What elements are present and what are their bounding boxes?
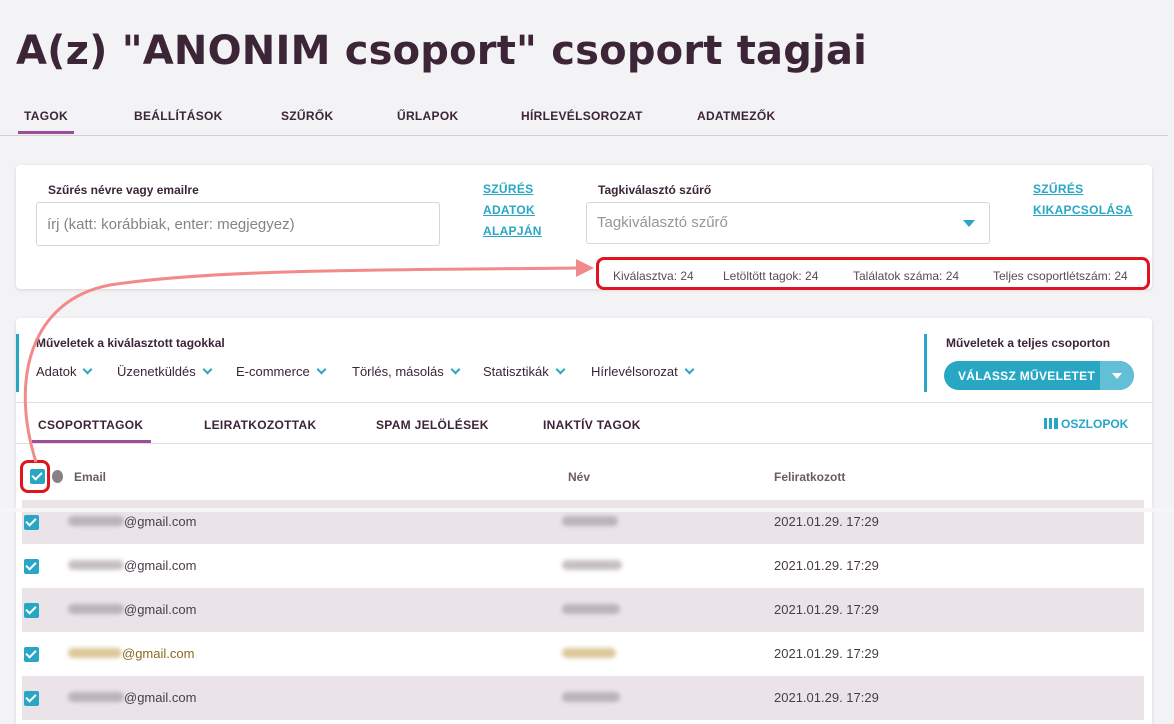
row-email: @gmail.com <box>124 514 197 529</box>
ops-accent-bar <box>16 334 19 392</box>
disable-filter-line2: KIKAPCSOLÁSA <box>1033 203 1133 217</box>
selected-ops-title: Műveletek a kiválasztott tagokkal <box>36 336 225 350</box>
blurred-email-prefix <box>68 560 124 570</box>
stat-total: Teljes csoportlétszám: 24 <box>993 269 1128 283</box>
screenshot-seam <box>0 508 1174 512</box>
table-row[interactable]: @gmail.com 2021.01.29. 17:29 <box>22 500 1144 544</box>
tab-szurok[interactable]: SZŰRŐK <box>281 109 333 123</box>
blurred-email-prefix <box>68 604 124 614</box>
op-statisztikak[interactable]: Statisztikák <box>483 364 566 379</box>
stats-highlight: Kiválasztva: 24 Letöltött tagok: 24 Talá… <box>596 257 1150 290</box>
row-date: 2021.01.29. 17:29 <box>774 602 879 617</box>
row-email: @gmail.com <box>124 558 197 573</box>
row-checkbox[interactable] <box>24 691 39 706</box>
disable-filter-link[interactable]: SZŰRÉS KIKAPCSOLÁSA <box>1033 179 1133 221</box>
columns-label: OSZLOPOK <box>1061 417 1129 431</box>
stat-downloaded: Letöltött tagok: 24 <box>723 269 819 283</box>
name-filter-label: Szűrés névre vagy emailre <box>48 183 199 197</box>
row-date: 2021.01.29. 17:29 <box>774 514 879 529</box>
op-torles-masolas-label: Törlés, másolás <box>352 364 444 379</box>
name-filter-input[interactable] <box>36 202 440 246</box>
op-adatok-label: Adatok <box>36 364 77 379</box>
chevron-down-icon <box>450 364 461 375</box>
op-hirlevelsorozat[interactable]: Hírlevélsorozat <box>591 364 695 379</box>
blurred-name <box>562 560 622 570</box>
col-header-email[interactable]: Email <box>74 470 106 484</box>
filter-by-data-line3: ALAPJÁN <box>483 224 542 238</box>
choose-action-label: VÁLASSZ MŰVELETET <box>958 369 1096 383</box>
subtab-inaktiv[interactable]: INAKTÍV TAGOK <box>543 418 641 432</box>
filter-by-data-link[interactable]: SZŰRÉS ADATOK ALAPJÁN <box>483 179 542 242</box>
blurred-name <box>562 692 620 702</box>
main-tabs: TAGOK BEÁLLÍTÁSOK SZŰRŐK ŰRLAPOK HÍRLEVÉ… <box>0 100 1168 136</box>
choose-action-button[interactable]: VÁLASSZ MŰVELETET <box>944 361 1134 390</box>
chevron-down-icon <box>83 364 93 375</box>
row-checkbox[interactable] <box>24 515 39 530</box>
tab-adatmezok[interactable]: ADATMEZŐK <box>697 109 775 123</box>
op-ecommerce-label: E-commerce <box>236 364 310 379</box>
selector-filter-dropdown[interactable]: Tagkiválasztó szűrő <box>586 202 990 244</box>
col-header-feliratkozott[interactable]: Feliratkozott <box>774 470 845 484</box>
op-uzenetkuldes-label: Üzenetküldés <box>117 364 196 379</box>
group-ops-title: Műveletek a teljes csoporton <box>946 336 1111 350</box>
op-adatok[interactable]: Adatok <box>36 364 93 379</box>
row-date: 2021.01.29. 17:29 <box>774 646 879 661</box>
row-email: @gmail.com <box>124 602 197 617</box>
members-card: Műveletek a kiválasztott tagokkal Adatok… <box>16 318 1152 724</box>
member-sub-tabs: CSOPORTTAGOK LEIRATKOZOTTAK SPAM JELÖLÉS… <box>16 402 1152 444</box>
columns-button[interactable]: OSZLOPOK <box>1044 417 1128 431</box>
disable-filter-line1: SZŰRÉS <box>1033 182 1084 196</box>
caret-down-icon <box>963 220 975 227</box>
op-uzenetkuldes[interactable]: Üzenetküldés <box>117 364 213 379</box>
subtab-spam[interactable]: SPAM JELÖLÉSEK <box>376 418 489 432</box>
selector-filter-label: Tagkiválasztó szűrő <box>598 183 712 197</box>
blurred-name <box>562 604 620 614</box>
columns-icon <box>1044 418 1058 429</box>
page-title: A(z) "ANONIM csoport" csoport tagjai <box>16 28 868 74</box>
blurred-name <box>562 516 618 526</box>
chevron-down-icon <box>316 364 327 375</box>
stat-selected: Kiválasztva: 24 <box>613 269 694 283</box>
row-date: 2021.01.29. 17:29 <box>774 690 879 705</box>
selector-filter-placeholder: Tagkiválasztó szűrő <box>597 214 728 231</box>
table-row[interactable]: @gmail.com 2021.01.29. 17:29 <box>22 588 1144 632</box>
blurred-email-prefix <box>68 692 124 702</box>
chevron-down-icon <box>555 364 566 375</box>
select-all-highlight <box>20 460 50 493</box>
op-statisztikak-label: Statisztikák <box>483 364 549 379</box>
blurred-name <box>562 648 616 658</box>
row-date: 2021.01.29. 17:29 <box>774 558 879 573</box>
op-torles-masolas[interactable]: Törlés, másolás <box>352 364 461 379</box>
blurred-email-prefix <box>68 648 122 658</box>
table-row[interactable]: @gmail.com 2021.01.29. 17:29 <box>22 544 1144 588</box>
row-checkbox[interactable] <box>24 647 39 662</box>
row-checkbox[interactable] <box>24 559 39 574</box>
col-header-nev[interactable]: Név <box>568 470 590 484</box>
group-ops-accent-bar <box>924 334 927 392</box>
row-checkbox[interactable] <box>24 603 39 618</box>
filter-by-data-line1: SZŰRÉS <box>483 182 534 196</box>
tab-urlapok[interactable]: ŰRLAPOK <box>397 109 458 123</box>
subtab-csoporttagok[interactable]: CSOPORTTAGOK <box>31 418 152 443</box>
table-row[interactable]: @gmail.com 2021.01.29. 17:29 <box>22 676 1144 720</box>
row-email: @gmail.com <box>124 690 197 705</box>
tab-tagok[interactable]: TAGOK <box>18 109 74 134</box>
info-icon <box>52 470 63 483</box>
op-hirlevelsorozat-label: Hírlevélsorozat <box>591 364 678 379</box>
filter-by-data-line2: ADATOK <box>483 203 536 217</box>
chevron-down-icon <box>202 364 213 375</box>
stat-results: Találatok száma: 24 <box>853 269 960 283</box>
row-email: @gmail.com <box>122 646 195 661</box>
dropdown-toggle-icon[interactable] <box>1100 361 1134 390</box>
tab-hirlevelsorozat[interactable]: HÍRLEVÉLSOROZAT <box>521 109 643 123</box>
table-row[interactable]: @gmail.com 2021.01.29. 17:29 <box>22 632 1144 676</box>
tab-beallitasok[interactable]: BEÁLLÍTÁSOK <box>134 109 223 123</box>
chevron-down-icon <box>684 364 695 375</box>
op-ecommerce[interactable]: E-commerce <box>236 364 327 379</box>
blurred-email-prefix <box>68 516 124 526</box>
subtab-leiratkozottak[interactable]: LEIRATKOZOTTAK <box>204 418 316 432</box>
